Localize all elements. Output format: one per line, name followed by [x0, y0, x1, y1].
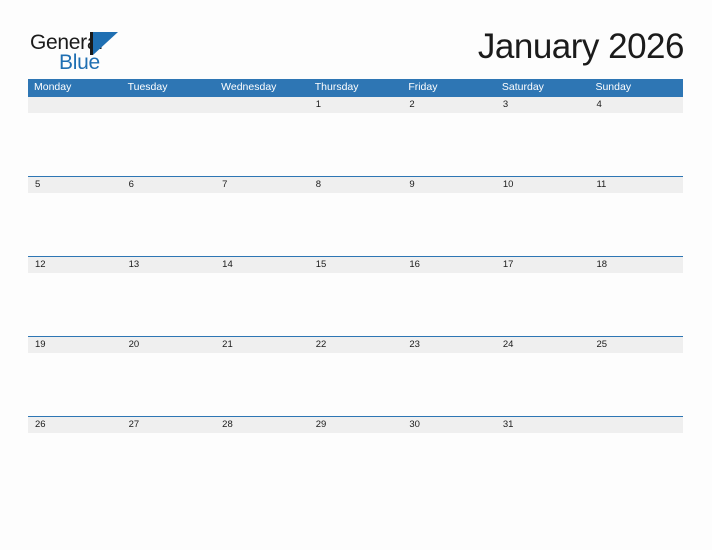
weekday-header-row: Monday Tuesday Wednesday Thursday Friday… [28, 79, 683, 96]
week-date-band: 19 20 21 22 23 24 25 [28, 337, 683, 353]
day-cell[interactable]: 13 [122, 257, 216, 273]
day-cell[interactable] [28, 97, 122, 113]
day-cell[interactable]: 27 [122, 417, 216, 433]
day-cell[interactable]: 29 [309, 417, 403, 433]
weekday-header-thursday: Thursday [314, 81, 359, 93]
day-cell[interactable]: 12 [28, 257, 122, 273]
week-row: 1 2 3 4 [28, 96, 683, 176]
week-row: 12 13 14 15 16 17 18 [28, 256, 683, 336]
page-title: January 2026 [477, 27, 685, 66]
day-cell[interactable]: 5 [28, 177, 122, 193]
week-date-band: 5 6 7 8 9 10 11 [28, 177, 683, 193]
brand-logo[interactable]: General Blue [30, 31, 130, 74]
day-cell[interactable]: 18 [589, 257, 683, 273]
week-note-area[interactable] [28, 193, 683, 255]
page-header: General Blue January 2026 [0, 0, 712, 76]
week-date-band: 12 13 14 15 16 17 18 [28, 257, 683, 273]
week-row: 19 20 21 22 23 24 25 [28, 336, 683, 416]
day-cell[interactable]: 7 [215, 177, 309, 193]
day-cell[interactable]: 26 [28, 417, 122, 433]
day-cell[interactable]: 23 [402, 337, 496, 353]
calendar-grid: Monday Tuesday Wednesday Thursday Friday… [28, 79, 683, 496]
day-cell[interactable]: 30 [402, 417, 496, 433]
week-note-area[interactable] [28, 433, 683, 495]
week-date-band: 1 2 3 4 [28, 97, 683, 113]
weekday-header-wednesday: Wednesday [221, 81, 277, 93]
day-cell[interactable]: 15 [309, 257, 403, 273]
day-cell[interactable]: 19 [28, 337, 122, 353]
day-cell[interactable]: 4 [589, 97, 683, 113]
day-cell[interactable]: 28 [215, 417, 309, 433]
weekday-header-monday: Monday [34, 81, 72, 93]
brand-name-blue: Blue [59, 51, 100, 74]
weekday-header-sunday: Sunday [595, 81, 632, 93]
weekday-header-saturday: Saturday [501, 81, 544, 93]
week-note-area[interactable] [28, 273, 683, 335]
day-cell[interactable]: 17 [496, 257, 590, 273]
day-cell[interactable] [215, 97, 309, 113]
week-date-band: 26 27 28 29 30 31 [28, 417, 683, 433]
calendar-page: General Blue January 2026 Monday Tuesday… [0, 0, 712, 550]
day-cell[interactable]: 8 [309, 177, 403, 193]
week-note-area[interactable] [28, 353, 683, 415]
weekday-header-tuesday: Tuesday [127, 81, 168, 93]
day-cell[interactable]: 2 [402, 97, 496, 113]
day-cell[interactable]: 11 [589, 177, 683, 193]
day-cell[interactable] [122, 97, 216, 113]
week-note-area[interactable] [28, 113, 683, 175]
day-cell[interactable]: 3 [496, 97, 590, 113]
day-cell[interactable]: 25 [589, 337, 683, 353]
day-cell[interactable]: 6 [122, 177, 216, 193]
day-cell[interactable]: 1 [309, 97, 403, 113]
day-cell[interactable]: 14 [215, 257, 309, 273]
day-cell[interactable]: 21 [215, 337, 309, 353]
day-cell[interactable]: 22 [309, 337, 403, 353]
day-cell[interactable]: 9 [402, 177, 496, 193]
week-row: 26 27 28 29 30 31 [28, 416, 683, 496]
day-cell[interactable]: 10 [496, 177, 590, 193]
day-cell[interactable]: 16 [402, 257, 496, 273]
day-cell[interactable]: 24 [496, 337, 590, 353]
day-cell[interactable]: 31 [496, 417, 590, 433]
day-cell[interactable] [589, 417, 683, 433]
week-row: 5 6 7 8 9 10 11 [28, 176, 683, 256]
day-cell[interactable]: 20 [122, 337, 216, 353]
weekday-header-friday: Friday [408, 81, 438, 93]
